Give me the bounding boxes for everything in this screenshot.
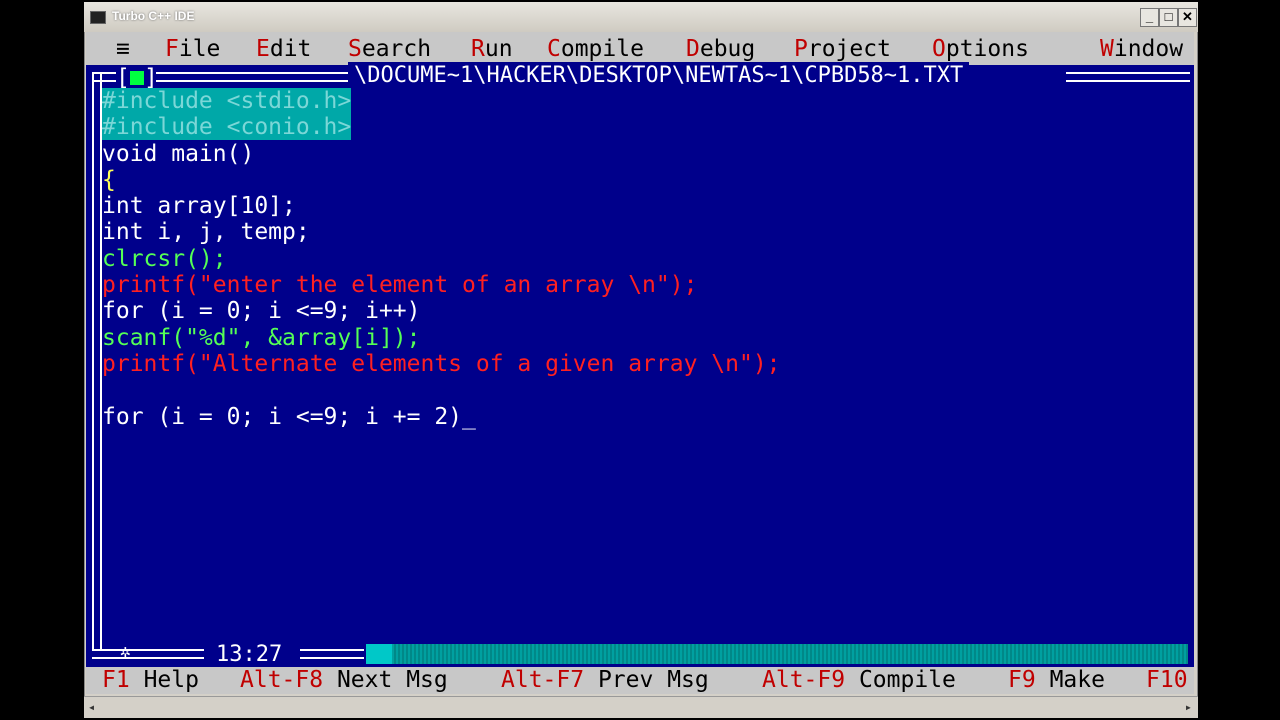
frame-left (92, 72, 102, 650)
menu-file-label: ile (178, 36, 221, 62)
frame-top-right (1066, 72, 1190, 82)
window-title: Turbo C++ IDE (112, 9, 195, 23)
menu-project[interactable]: Project (794, 35, 891, 63)
status-item-prev-msg[interactable]: Alt-F7 Prev Msg (501, 667, 709, 694)
app-icon (90, 11, 106, 24)
modified-indicator-icon: ✲ (120, 641, 131, 662)
menu-edit-hotkey: E (256, 36, 270, 62)
status-key: F9 (1008, 667, 1036, 693)
scroll-right-arrow-icon[interactable]: ▸ (1185, 700, 1192, 714)
code-line: int array[10]; (102, 193, 781, 219)
code-line: for (i = 0; i <=9; i++) (102, 298, 781, 324)
menu-compile-label: ompile (560, 36, 644, 62)
status-key: Alt-F9 (762, 667, 846, 693)
menu-window-label: indow (1113, 36, 1184, 62)
close-button[interactable]: ✕ (1178, 8, 1197, 27)
horizontal-scrollbar[interactable] (366, 644, 1188, 664)
code-line: #include <stdio.h> (102, 88, 781, 114)
code-line-7: clrcsr(); (102, 245, 227, 272)
close-box-icon (130, 71, 144, 85)
menu-compile[interactable]: Compile (547, 35, 644, 63)
status-label: Help (143, 667, 199, 693)
frame-bottom-left (92, 649, 204, 659)
menu-compile-hotkey: C (547, 36, 561, 62)
code-line-9: for (i = 0; i <=9; i++) (102, 298, 421, 325)
menu-window-hotkey: W (1100, 36, 1114, 62)
code-line-2: #include <conio.h> (102, 114, 352, 141)
system-menu-icon[interactable]: ≡ (116, 35, 130, 63)
status-item-help[interactable]: F1 Help (102, 667, 199, 694)
code-line: #include <conio.h> (102, 114, 781, 141)
menu-debug-hotkey: D (686, 36, 700, 62)
status-label: Make (1049, 667, 1105, 693)
menu-debug[interactable]: Debug (686, 35, 755, 63)
minimize-button[interactable]: _ (1140, 8, 1159, 27)
menu-options-label: ptions (945, 36, 1029, 62)
window-titlebar[interactable]: Turbo C++ IDE _ □ ✕ (84, 2, 1198, 32)
code-line: clrcsr(); (102, 246, 781, 272)
frame-top-left (156, 72, 356, 82)
menu-search-hotkey: S (348, 36, 362, 62)
menu-options[interactable]: Options (932, 35, 1029, 63)
code-line: printf("enter the element of an array \n… (102, 272, 781, 298)
menu-run[interactable]: Run (471, 35, 513, 63)
status-item-compile[interactable]: Alt-F9 Compile (762, 667, 956, 694)
status-item-f10[interactable]: F10 (1146, 667, 1188, 694)
status-key: Alt-F8 (240, 667, 324, 693)
code-line: printf("Alternate elements of a given ar… (102, 351, 781, 377)
scroll-left-arrow-icon[interactable] (366, 644, 392, 664)
menu-run-label: un (484, 36, 513, 62)
code-line: for (i = 0; i <=9; i += 2)_ (102, 404, 781, 430)
menu-edit[interactable]: Edit (256, 35, 311, 63)
code-line: { (102, 167, 781, 193)
code-line: void main() (102, 141, 781, 167)
code-line-5: int array[10]; (102, 193, 296, 220)
menu-project-hotkey: P (794, 36, 808, 62)
window-horizontal-scrollbar[interactable]: ◂ ▸ (84, 696, 1198, 718)
code-line: int i, j, temp; (102, 219, 781, 245)
code-line-6: int i, j, temp; (102, 219, 310, 246)
dos-screen: ≡ File Edit Search Run Compile Debug Pro… (86, 32, 1194, 694)
menu-debug-label: ebug (699, 36, 756, 62)
status-label: Prev Msg (597, 667, 709, 693)
status-key: F10 (1146, 667, 1188, 693)
status-key: Alt-F7 (501, 667, 585, 693)
maximize-button[interactable]: □ (1159, 8, 1178, 27)
menu-options-hotkey: O (932, 36, 946, 62)
menu-project-label: roject (807, 36, 891, 62)
editor-file-path: \DOCUME~1\HACKER\DESKTOP\NEWTAS~1\CPBD58… (348, 62, 970, 90)
code-line: scanf("%d", &array[i]); (102, 325, 781, 351)
code-line-10: scanf("%d", &array[i]); (102, 324, 421, 351)
code-line-4: { (102, 166, 116, 193)
code-line-1: #include <stdio.h> (102, 88, 352, 114)
code-editor[interactable]: #include <stdio.h> #include <conio.h> void… (102, 88, 781, 430)
cursor-position: 13:27 (212, 642, 287, 667)
status-bar: F1 Help Alt-F8 Next Msg Alt-F7 Prev Msg … (86, 667, 1194, 694)
editor-close-box[interactable]: [ ] (116, 65, 158, 91)
status-key: F1 (102, 667, 130, 693)
menu-file-hotkey: F (165, 36, 179, 62)
frame-bottom-mid (300, 649, 364, 659)
menu-window[interactable]: Window (1100, 35, 1183, 63)
code-line-13: for (i = 0; i <=9; i += 2)_ (102, 403, 476, 430)
menu-run-hotkey: R (471, 36, 485, 62)
code-line-3: void main() (102, 140, 255, 167)
status-item-next-msg[interactable]: Alt-F8 Next Msg (240, 667, 448, 694)
status-item-make[interactable]: F9 Make (1008, 667, 1105, 694)
status-label: Next Msg (336, 667, 448, 693)
status-label: Compile (858, 667, 956, 693)
scroll-left-arrow-icon[interactable]: ◂ (88, 700, 95, 714)
menu-search-label: earch (361, 36, 432, 62)
menu-edit-label: dit (269, 36, 312, 62)
menu-file[interactable]: File (165, 35, 220, 63)
code-line-11: printf("Alternate elements of a given ar… (102, 350, 781, 377)
menu-search[interactable]: Search (348, 35, 431, 63)
ide-window: Turbo C++ IDE _ □ ✕ ≡ File Edit Search R… (84, 2, 1198, 718)
menu-bar: ≡ File Edit Search Run Compile Debug Pro… (86, 32, 1194, 65)
code-line-8: printf("enter the element of an array \n… (102, 272, 698, 299)
